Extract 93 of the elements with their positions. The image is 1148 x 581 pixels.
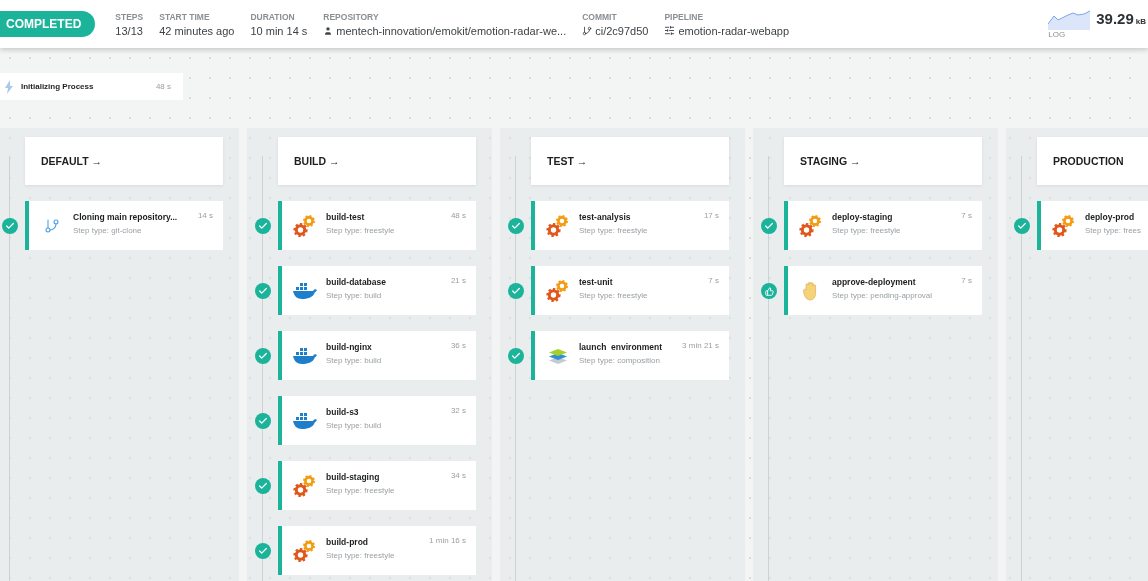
stat-label: COMMIT: [582, 11, 618, 22]
step-card[interactable]: test-unit Step type: freestyle 7 s: [531, 266, 729, 315]
stat-label: REPOSITORY: [323, 11, 380, 22]
whale-icon: [292, 411, 318, 430]
step-name: build-nginx: [326, 342, 373, 352]
init-step[interactable]: Initializing Process 48 s: [0, 73, 183, 100]
gears-icon: [293, 213, 317, 238]
step-duration: 7 s: [708, 275, 719, 287]
step-card[interactable]: test-analysis Step type: freestyle 17 s: [531, 201, 729, 250]
step-type: Step type: composition: [579, 356, 661, 365]
step-name: deploy-prod: [1085, 212, 1136, 222]
stage-title: STAGING →: [800, 155, 861, 167]
whale-icon: [292, 281, 318, 300]
step-duration: 17 s: [703, 210, 719, 222]
step-name: test-unit: [579, 277, 614, 287]
step-type: Step type: frees: [1085, 226, 1143, 235]
step-name: approve-deployment: [832, 277, 917, 287]
stat-label: DURATION: [250, 11, 296, 22]
user-icon: [323, 25, 334, 36]
stat-label: STEPS: [115, 11, 144, 22]
lightning-icon: [5, 79, 13, 94]
step-card[interactable]: deploy-prod Step type: frees: [1037, 201, 1148, 250]
step-card[interactable]: build-staging Step type: freestyle 34 s: [278, 461, 476, 510]
step-card[interactable]: build-prod Step type: freestyle 1 min 16 s: [278, 526, 476, 575]
step-type: Step type: build: [326, 421, 383, 430]
step-duration: 7 s: [961, 275, 972, 287]
stage-title: DEFAULT →: [41, 155, 103, 167]
step-card[interactable]: approve-deployment Step type: pending-approval 7 s: [784, 266, 982, 315]
gears-icon: [546, 278, 570, 303]
gears-icon: [293, 473, 317, 498]
stat-value: emotion-radar-webapp: [678, 24, 790, 37]
step-duration: 7 s: [961, 210, 972, 222]
gears-icon: [546, 213, 570, 238]
branch-icon: [44, 217, 60, 234]
stat-value: 42 minutes ago: [159, 24, 235, 37]
step-duration: 32 s: [450, 405, 466, 417]
step-duration: 1 min 16 s: [429, 535, 466, 547]
step-duration: 34 s: [450, 470, 466, 482]
stat-value: ci/2c97d50: [595, 24, 649, 37]
step-name: build-prod: [326, 537, 369, 547]
stage-title: BUILD →: [294, 155, 340, 167]
branch-icon: [582, 25, 593, 36]
step-duration: 3 min 21 s: [682, 340, 719, 352]
init-title: Initializing Process: [21, 82, 95, 91]
step-card[interactable]: build-nginx Step type: build 36 s: [278, 331, 476, 380]
step-name: build-database: [326, 277, 387, 287]
log-label: LOG: [1048, 29, 1067, 39]
log-unit: kB: [1135, 16, 1146, 26]
stat-value: mentech-innovation/emokit/emotion-radar-we...: [336, 24, 567, 37]
step-duration: 36 s: [450, 340, 466, 352]
gears-icon: [799, 213, 823, 238]
step-type: Step type: freestyle: [326, 551, 396, 560]
log-size[interactable]: 39.29: [1096, 9, 1134, 27]
step-card[interactable]: build-database Step type: build 21 s: [278, 266, 476, 315]
stat-label: START TIME: [159, 11, 211, 22]
gears-icon: [1052, 213, 1076, 238]
step-type: Step type: freestyle: [832, 226, 902, 235]
step-name: build-s3: [326, 407, 360, 417]
step-name: build-test: [326, 212, 366, 222]
step-name: Cloning main repository...: [73, 212, 179, 222]
step-duration: 48 s: [450, 210, 466, 222]
step-type: Step type: freestyle: [579, 226, 649, 235]
step-duration: 48 s: [155, 82, 171, 91]
stage-title: TEST →: [547, 155, 588, 167]
sliders-icon: [664, 25, 676, 36]
step-card[interactable]: Cloning main repository... Step type: git-clone 14 s: [25, 201, 223, 250]
step-type: Step type: build: [326, 291, 383, 300]
stage-title: PRODUCTION: [1053, 155, 1124, 167]
stat-label: PIPELINE: [664, 11, 705, 22]
log-sparkline: [1048, 9, 1093, 30]
step-card[interactable]: build-test Step type: freestyle 48 s: [278, 201, 476, 250]
gears-icon: [293, 538, 317, 563]
layers-icon: [548, 346, 568, 365]
step-card[interactable]: launch environment Step type: composition 3 min 21 s: [531, 331, 729, 380]
step-card[interactable]: deploy-staging Step type: freestyle 7 s: [784, 201, 982, 250]
hand-icon: [803, 280, 819, 301]
step-type: Step type: git-clone: [73, 226, 143, 235]
step-name: build-staging: [326, 472, 381, 482]
step-type: Step type: freestyle: [579, 291, 649, 300]
step-type: Step type: freestyle: [326, 486, 396, 495]
stat-value: 10 min 14 s: [250, 24, 308, 37]
step-type: Step type: freestyle: [326, 226, 396, 235]
step-duration: 21 s: [450, 275, 466, 287]
status-badge: COMPLETED: [0, 11, 96, 37]
step-name: launch environment: [579, 342, 664, 352]
step-type: Step type: pending-approval: [832, 291, 934, 300]
step-duration: 14 s: [197, 210, 213, 222]
step-name: deploy-staging: [832, 212, 894, 222]
whale-icon: [292, 346, 318, 365]
step-name: test-analysis: [579, 212, 632, 222]
step-type: Step type: build: [326, 356, 383, 365]
stat-value: 13/13: [115, 24, 143, 37]
step-card[interactable]: build-s3 Step type: build 32 s: [278, 396, 476, 445]
